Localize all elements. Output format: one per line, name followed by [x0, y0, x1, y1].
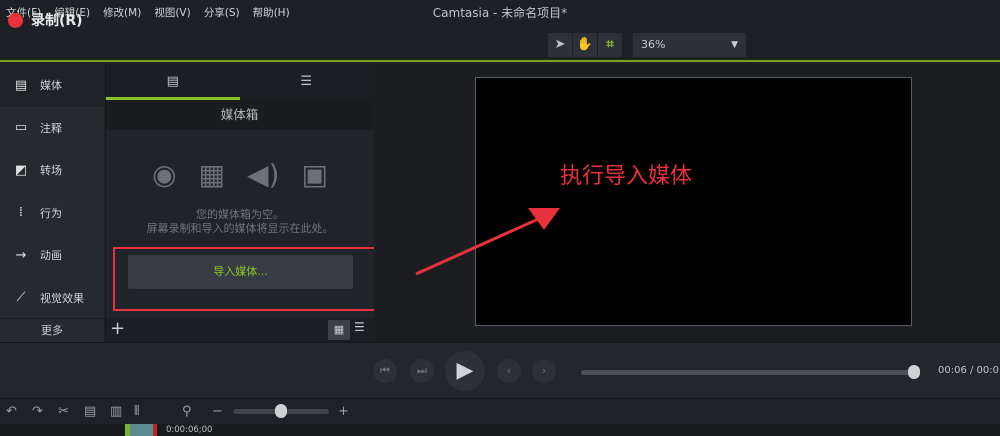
sidebar-item-label: 行为 — [40, 206, 62, 220]
chevron-down-icon: ▼ — [731, 40, 738, 50]
previous-frame-icon[interactable]: ⏮ — [373, 359, 397, 383]
menu-modify[interactable]: 修改(M) — [103, 5, 141, 20]
menu-view[interactable]: 视图(V) — [154, 5, 190, 20]
time-readout: 00:06 / 00:0 — [938, 365, 1000, 376]
sidebar-item-label: 注释 — [40, 121, 62, 135]
empty-message: 您的媒体箱为空。 — [196, 208, 284, 221]
sidebar-item-label: 媒体 — [40, 79, 62, 93]
transition-icon: ◩ — [14, 162, 28, 178]
timeline-zoom-handle[interactable] — [275, 404, 287, 418]
grid-view-icon[interactable]: ▦ — [328, 320, 350, 340]
sidebar-item-visual-effects[interactable]: ⟋ 视觉效果 — [0, 277, 104, 320]
select-tool-icon[interactable]: ➤ — [548, 33, 572, 57]
redo-icon[interactable]: ↷ — [32, 404, 43, 419]
sidebar-item-label: 视觉效果 — [40, 291, 84, 305]
scrubber-handle[interactable] — [908, 365, 920, 379]
cut-icon[interactable]: ✂ — [58, 404, 69, 419]
audio-icon: ◀) — [246, 158, 280, 191]
animation-icon: → — [15, 247, 27, 263]
copy-icon[interactable]: ▤ — [84, 404, 96, 419]
sidebar-item-label: 转场 — [40, 164, 62, 178]
highlight-box — [113, 247, 397, 311]
menu-share[interactable]: 分享(S) — [204, 5, 240, 20]
zoom-value: 36% — [641, 38, 666, 51]
timeline-toolbar: ↶ ↷ ✂ ▤ ▥ ⫴ ⚲ − + — [0, 398, 1000, 424]
menu-bar: 文件(F) 编辑(E) 修改(M) 视图(V) 分享(S) 帮助(H) — [0, 0, 1000, 25]
playback-scrubber[interactable] — [581, 370, 916, 375]
play-icon[interactable]: ▶ — [445, 351, 485, 391]
annotation-text: 执行导入媒体 — [560, 164, 693, 189]
callout-icon: ▭ — [14, 120, 28, 136]
zoom-out-icon[interactable]: − — [212, 404, 223, 419]
sidebar-item-annotations[interactable]: ▭ 注释 — [0, 107, 104, 150]
record-icon — [8, 12, 23, 28]
zoom-in-icon[interactable]: + — [338, 404, 349, 419]
crop-tool-icon[interactable]: ⌗ — [598, 33, 622, 57]
add-icon[interactable]: + — [110, 318, 125, 339]
image-icon: ▣ — [301, 158, 328, 191]
sidebar-item-transitions[interactable]: ◩ 转场 — [0, 149, 104, 192]
sidebar-item-media[interactable]: ▤ 媒体 — [0, 64, 104, 107]
behavior-icon: ⁞ — [18, 205, 24, 221]
next-marker-icon[interactable]: › — [532, 359, 556, 383]
next-frame-icon[interactable]: ⏭ — [410, 359, 434, 383]
timecode: 0:00:06;00 — [166, 425, 213, 435]
wand-icon: ⟋ — [16, 290, 26, 306]
film-icon: ▤ — [14, 77, 28, 93]
list-view-icon[interactable]: ☰ — [354, 320, 365, 334]
sidebar-item-label: 动画 — [40, 249, 62, 263]
menu-help[interactable]: 帮助(H) — [253, 5, 290, 20]
playhead[interactable] — [125, 424, 157, 436]
zoom-search-icon[interactable]: ⚲ — [182, 404, 192, 419]
more-button[interactable]: 更多 — [0, 318, 104, 342]
previous-marker-icon[interactable]: ‹ — [497, 359, 521, 383]
split-icon[interactable]: ⫴ — [134, 404, 139, 419]
record-button[interactable]: 录制(R) — [8, 10, 83, 30]
record-icon: ◉ — [152, 158, 177, 191]
tab-media-bin[interactable]: ▤ — [106, 64, 240, 100]
sidebar-item-behaviors[interactable]: ⁞ 行为 — [0, 192, 104, 235]
zoom-select[interactable]: 36% ▼ — [633, 33, 746, 57]
tab-library[interactable]: ☰ — [240, 64, 374, 100]
annotation-arrow — [415, 208, 560, 276]
paste-icon[interactable]: ▥ — [110, 404, 122, 419]
panel-title: 媒体箱 — [106, 100, 373, 130]
undo-icon[interactable]: ↶ — [6, 404, 17, 419]
empty-hint: 屏幕录制和导入的媒体将显示在此处。 — [146, 222, 334, 235]
record-label: 录制(R) — [31, 13, 83, 29]
sidebar: ▤ 媒体 ▭ 注释 ◩ 转场 ⁞ 行为 → 动画 ⟋ 视觉效果 更多 — [0, 64, 104, 342]
sidebar-item-animations[interactable]: → 动画 — [0, 234, 104, 277]
film-icon: ▦ — [198, 158, 225, 191]
record-bar — [0, 25, 1000, 62]
pan-tool-icon[interactable]: ✋ — [573, 33, 597, 57]
